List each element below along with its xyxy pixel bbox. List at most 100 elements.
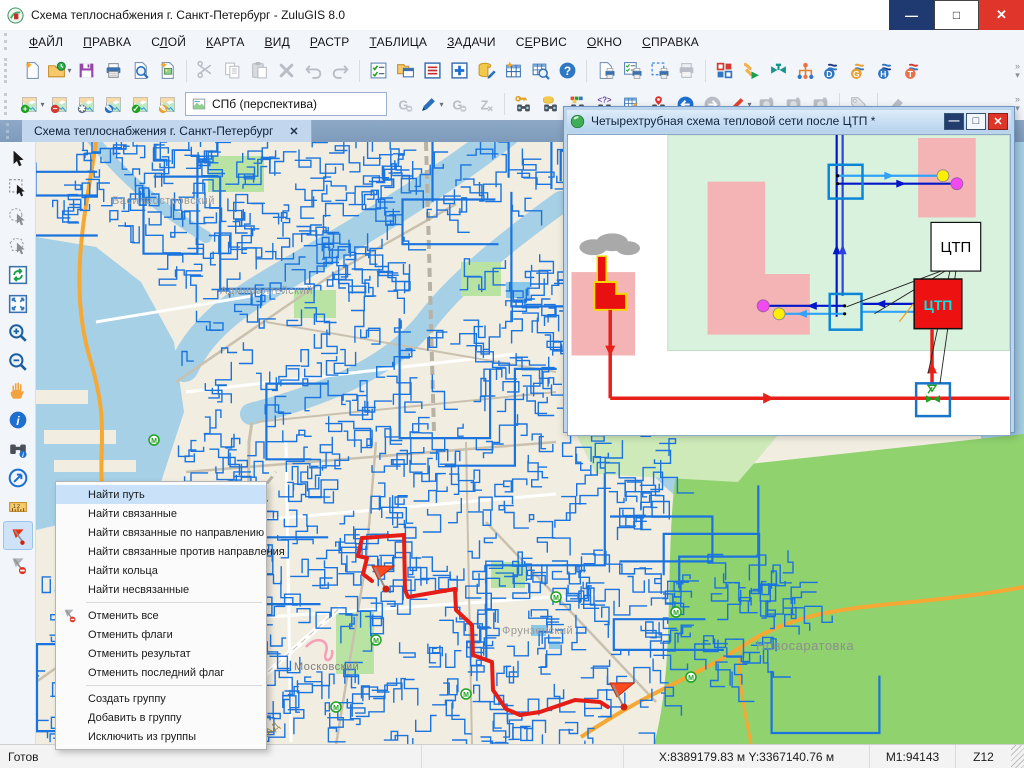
draw-edit-button[interactable]: ▾: [418, 91, 445, 117]
layer-select-combo[interactable]: СПб (перспектива): [185, 92, 387, 116]
legend-button[interactable]: [419, 58, 446, 84]
search-by-key-button[interactable]: [510, 91, 537, 117]
context-menu: Найти путьНайти связанныеНайти связанные…: [55, 481, 267, 750]
layer-remove-button[interactable]: −: [46, 91, 73, 117]
context-item-исключить-из-группы[interactable]: Исключить из группы: [56, 727, 266, 746]
context-item-найти-связанные-против-направления[interactable]: Найти связанные против направления: [56, 542, 266, 561]
menu-сервис[interactable]: СЕРВИС: [506, 33, 577, 51]
menu-вид[interactable]: ВИД: [255, 33, 300, 51]
layer-edit-button[interactable]: ✎: [100, 91, 127, 117]
toolbar-overflow-icon[interactable]: »▾: [1015, 62, 1020, 80]
table-search-button[interactable]: [527, 58, 554, 84]
print-selection-button[interactable]: [646, 58, 673, 84]
tool-goto-point[interactable]: [3, 463, 33, 492]
scheme-maximize-button[interactable]: □: [966, 113, 986, 130]
menu-правка[interactable]: ПРАВКА: [73, 33, 141, 51]
tool-set-flag[interactable]: [3, 521, 33, 550]
tool-pan[interactable]: [3, 376, 33, 405]
import-image-button[interactable]: [154, 58, 181, 84]
layer-check-button[interactable]: ✓: [127, 91, 154, 117]
tool-find-object[interactable]: i: [3, 434, 33, 463]
tool-select[interactable]: [3, 144, 33, 173]
menu-карта[interactable]: КАРТА: [196, 33, 254, 51]
map-label: Новосаратовка: [756, 638, 854, 653]
tool-select-rect[interactable]: [3, 173, 33, 202]
context-item-отменить-все[interactable]: Отменить все: [56, 606, 266, 625]
context-item-добавить-в-группу[interactable]: Добавить в группу: [56, 708, 266, 727]
scheme-minimize-button[interactable]: —: [944, 113, 964, 130]
new-table-button[interactable]: [500, 58, 527, 84]
context-item-найти-связанные-по-направлению[interactable]: Найти связанные по направлению: [56, 523, 266, 542]
print-button[interactable]: [100, 58, 127, 84]
redo-button: [327, 58, 354, 84]
print-map-button[interactable]: [592, 58, 619, 84]
flow-analysis-button[interactable]: [738, 58, 765, 84]
menu-растр[interactable]: РАСТР: [300, 33, 360, 51]
add-map-window-button[interactable]: [446, 58, 473, 84]
info-icon: i: [8, 410, 28, 430]
tool-zoom-in[interactable]: [3, 318, 33, 347]
map-manager-button[interactable]: [392, 58, 419, 84]
tool-remove-flag[interactable]: [3, 550, 33, 579]
piezo-graph-h-button[interactable]: H: [873, 58, 900, 84]
layer-settings-button[interactable]: ✱: [73, 91, 100, 117]
context-item-отменить-результат[interactable]: Отменить результат: [56, 644, 266, 663]
menu-файл[interactable]: ФАЙЛ: [19, 33, 73, 51]
network-analysis-button[interactable]: [792, 58, 819, 84]
toolbar-overflow-icon[interactable]: »▾: [1015, 95, 1020, 113]
piezo-graph-g-button[interactable]: G: [846, 58, 873, 84]
tool-measure[interactable]: 1 2: [3, 492, 33, 521]
help-button[interactable]: ?: [554, 58, 581, 84]
svg-text:?: ?: [564, 65, 571, 78]
scheme-close-button[interactable]: ✕: [988, 113, 1008, 130]
piezo-graph-d-button[interactable]: D: [819, 58, 846, 84]
print-preview-button[interactable]: [127, 58, 154, 84]
layer-add-button[interactable]: +▾: [19, 91, 46, 117]
layer-draw-button[interactable]: ✎: [154, 91, 181, 117]
tab-map[interactable]: Схема теплоснабжения г. Санкт-Петербург …: [22, 120, 312, 142]
refresh-icon: [8, 265, 28, 285]
tool-object-info[interactable]: i: [3, 405, 33, 434]
maximize-button[interactable]: □: [934, 0, 979, 30]
search-database-button[interactable]: [537, 91, 564, 117]
menu-окно[interactable]: ОКНО: [577, 33, 632, 51]
menu-слой[interactable]: СЛОЙ: [141, 33, 196, 51]
tool-zoom-out[interactable]: [3, 347, 33, 376]
scheme-window[interactable]: Четырехтрубная схема тепловой сети после…: [563, 106, 1015, 433]
tool-full-extent[interactable]: [3, 289, 33, 318]
layer-combo-value: СПб (перспектива): [212, 97, 317, 111]
save-button[interactable]: [73, 58, 100, 84]
context-item-найти-путь[interactable]: Найти путь: [56, 485, 266, 504]
cursor-rect-icon: [8, 178, 28, 198]
piezo-graph-t-button[interactable]: T: [900, 58, 927, 84]
menu-separator: [86, 685, 262, 686]
context-item-отменить-флаги[interactable]: Отменить флаги: [56, 625, 266, 644]
scheme-canvas[interactable]: ЦТП ЦТП: [567, 134, 1011, 436]
minimize-button[interactable]: —: [889, 0, 934, 30]
print-report-button[interactable]: [619, 58, 646, 84]
switch-valve-button[interactable]: [765, 58, 792, 84]
close-button[interactable]: ✕: [979, 0, 1024, 30]
redo-icon: [331, 61, 350, 80]
scissors-icon: [196, 61, 215, 80]
status-zoom-level: Z12: [955, 745, 1011, 768]
layers-dialog-button[interactable]: [365, 58, 392, 84]
tab-close-icon[interactable]: ✕: [289, 125, 298, 138]
context-item-найти-несвязанные[interactable]: Найти несвязанные: [56, 580, 266, 599]
context-item-найти-кольца[interactable]: Найти кольца: [56, 561, 266, 580]
new-document-button[interactable]: [19, 58, 46, 84]
scheme-window-titlebar[interactable]: Четырехтрубная схема тепловой сети после…: [567, 110, 1011, 132]
svg-text:✓: ✓: [133, 103, 140, 113]
topology-modes-button[interactable]: [711, 58, 738, 84]
context-item-создать-группу[interactable]: Создать группу: [56, 689, 266, 708]
tool-refresh-map[interactable]: [3, 260, 33, 289]
resize-grip[interactable]: [1011, 745, 1024, 768]
menu-справка[interactable]: СПРАВКА: [632, 33, 709, 51]
context-item-отменить-последний-флаг[interactable]: Отменить последний флаг: [56, 663, 266, 682]
open-map-button[interactable]: ▾: [46, 58, 73, 84]
database-editor-button[interactable]: [473, 58, 500, 84]
menu-задачи[interactable]: ЗАДАЧИ: [437, 33, 506, 51]
menu-таблица[interactable]: ТАБЛИЦА: [359, 33, 437, 51]
context-item-найти-связанные[interactable]: Найти связанные: [56, 504, 266, 523]
paste-button: [246, 58, 273, 84]
